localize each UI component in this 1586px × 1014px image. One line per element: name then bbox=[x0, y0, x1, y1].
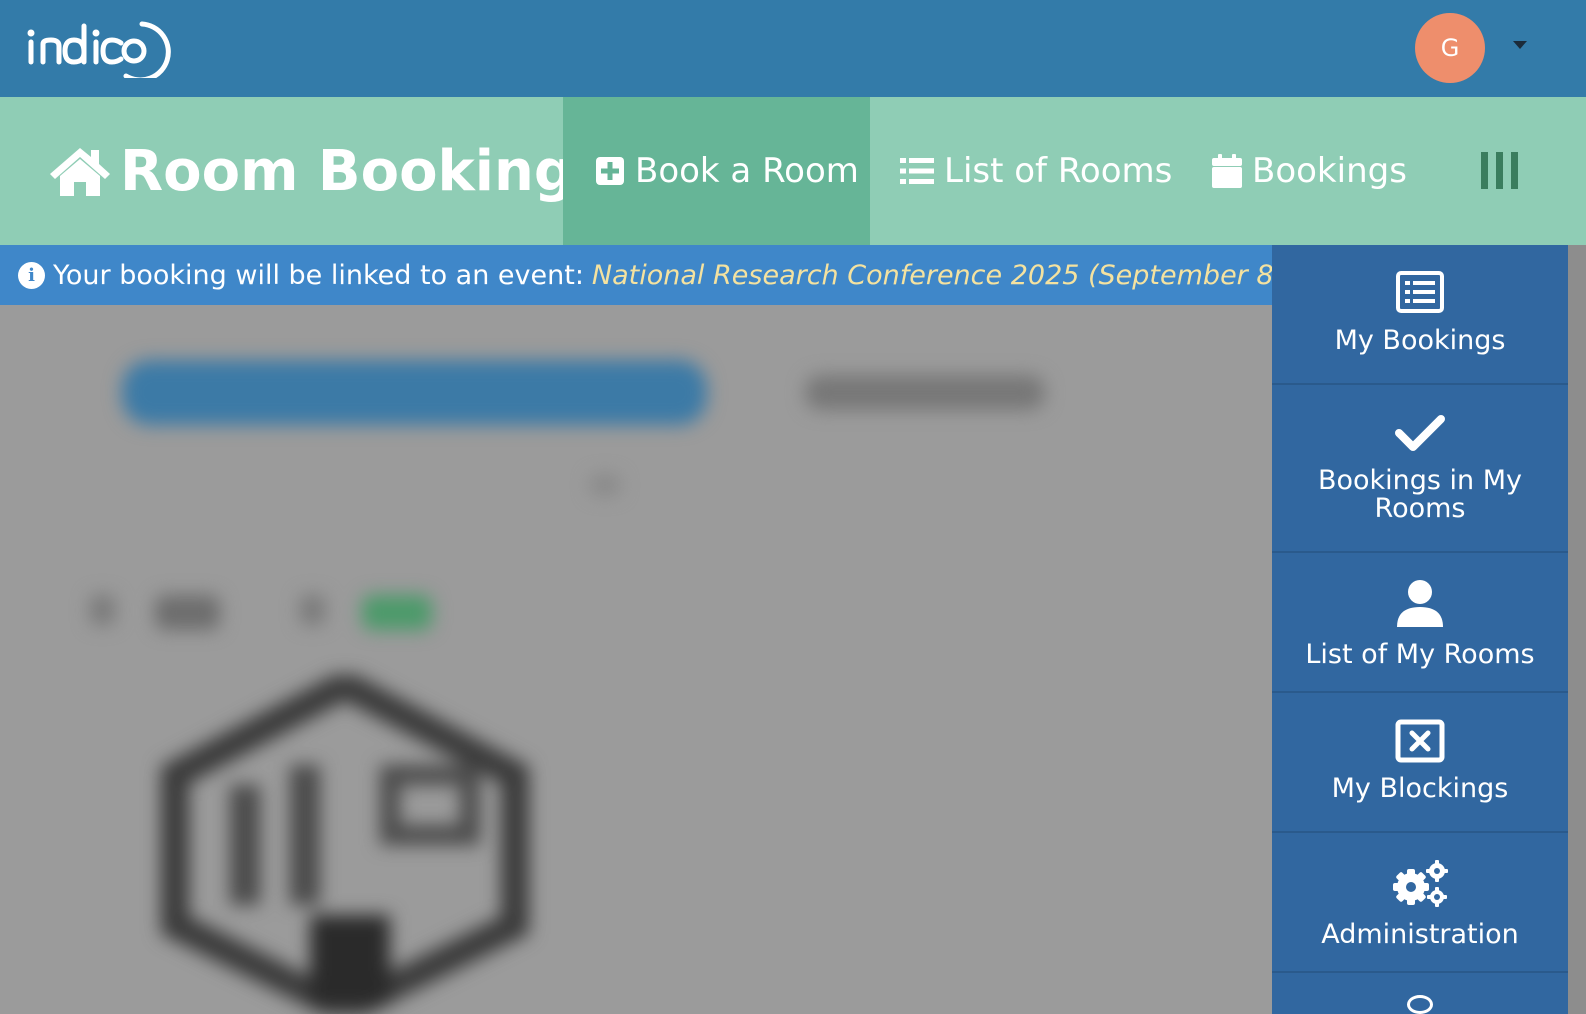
room-booking-side-menu: My Bookings Bookings in My Rooms List of… bbox=[1272, 245, 1568, 1014]
menu-item-my-blockings[interactable]: My Blockings bbox=[1272, 693, 1568, 833]
menu-item-bookings-in-my-rooms-label: Bookings in My Rooms bbox=[1317, 465, 1523, 524]
menu-item-partial[interactable] bbox=[1272, 973, 1568, 1014]
list-alt-icon bbox=[1396, 271, 1444, 313]
indico-logo[interactable]: indico bbox=[27, 16, 176, 78]
room-booking-title-text: Room Booking bbox=[120, 138, 574, 204]
menu-item-bookings-in-my-rooms[interactable]: Bookings in My Rooms bbox=[1272, 385, 1568, 553]
cogs-icon bbox=[1393, 860, 1448, 907]
indico-logo-mark bbox=[27, 21, 171, 78]
menu-item-administration-label: Administration bbox=[1321, 919, 1519, 950]
page-edge bbox=[1568, 245, 1586, 1014]
plus-square-icon bbox=[596, 157, 624, 185]
menu-item-my-blockings-label: My Blockings bbox=[1331, 773, 1509, 804]
partial-menu-icon bbox=[1407, 995, 1433, 1014]
nav-book-a-room[interactable]: Book a Room bbox=[563, 97, 870, 245]
room-booking-nav: Room Booking Book a Room List of Rooms B… bbox=[0, 97, 1586, 245]
list-icon bbox=[900, 158, 934, 184]
banner-text: Your booking will be linked to an event: bbox=[53, 259, 584, 291]
nav-list-of-rooms-label: List of Rooms bbox=[944, 151, 1173, 191]
menu-item-administration[interactable]: Administration bbox=[1272, 833, 1568, 973]
nav-bookings[interactable]: Bookings bbox=[1212, 97, 1407, 245]
user-icon bbox=[1397, 580, 1443, 627]
info-icon: i bbox=[18, 261, 45, 289]
menu-item-my-bookings[interactable]: My Bookings bbox=[1272, 245, 1568, 385]
calendar-icon bbox=[1212, 154, 1242, 188]
user-avatar[interactable]: G bbox=[1415, 13, 1485, 83]
menu-item-list-of-my-rooms[interactable]: List of My Rooms bbox=[1272, 553, 1568, 693]
menu-item-list-of-my-rooms-label: List of My Rooms bbox=[1305, 639, 1535, 670]
user-menu-caret-icon[interactable] bbox=[1513, 41, 1527, 49]
room-booking-title[interactable]: Room Booking bbox=[48, 97, 574, 245]
close-box-icon bbox=[1395, 719, 1445, 763]
nav-bookings-label: Bookings bbox=[1252, 151, 1407, 191]
nav-book-a-room-label: Book a Room bbox=[635, 151, 859, 191]
event-link-banner: i Your booking will be linked to an even… bbox=[0, 245, 1272, 305]
menu-item-my-bookings-label: My Bookings bbox=[1334, 325, 1506, 356]
banner-event-link[interactable]: National Research Conference 2025 (Septe… bbox=[592, 260, 1272, 291]
nav-list-of-rooms[interactable]: List of Rooms bbox=[900, 97, 1172, 245]
top-bar: indico G bbox=[0, 0, 1586, 97]
columns-menu-icon[interactable] bbox=[1481, 152, 1518, 189]
checkmark-icon bbox=[1395, 415, 1445, 451]
home-icon bbox=[50, 148, 110, 196]
blurred-page-content bbox=[0, 305, 1272, 1014]
